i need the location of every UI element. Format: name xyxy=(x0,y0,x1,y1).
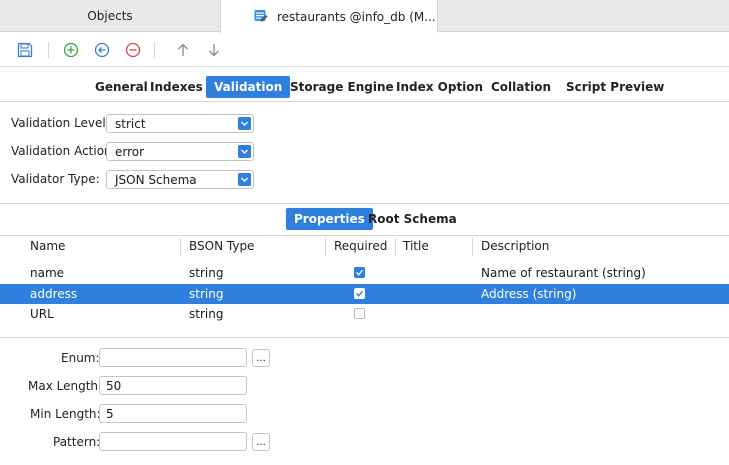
insert-field-button[interactable] xyxy=(92,40,112,60)
tab-indexes[interactable]: Indexes xyxy=(148,76,205,98)
tab-script-preview[interactable]: Script Preview xyxy=(564,76,666,98)
toolbar-separator xyxy=(48,42,49,58)
column-separator xyxy=(325,238,326,256)
move-up-icon xyxy=(178,43,188,56)
validator-type-select[interactable]: JSON Schema xyxy=(106,170,254,189)
divider xyxy=(0,101,729,102)
max-length-label: Max Length: xyxy=(28,379,103,393)
enum-label: Enum: xyxy=(61,351,100,365)
add-icon xyxy=(63,42,79,58)
tab-storage-engine[interactable]: Storage Engine xyxy=(288,76,396,98)
enum-input[interactable] xyxy=(99,348,247,367)
validator-type-label: Validator Type: xyxy=(11,172,100,186)
cell-name: name xyxy=(30,266,65,280)
validation-action-value: error xyxy=(115,144,145,159)
cell-bson-type: string xyxy=(189,307,224,321)
remove-field-button[interactable] xyxy=(123,40,143,60)
chevron-down-icon xyxy=(238,173,251,186)
tab-restaurants[interactable]: restaurants @info_db (M... xyxy=(220,0,438,33)
add-field-button[interactable] xyxy=(61,40,81,60)
required-checkbox[interactable] xyxy=(354,288,365,299)
move-down-icon xyxy=(209,44,219,57)
move-down-button[interactable] xyxy=(204,40,224,60)
collection-edit-icon xyxy=(254,10,268,22)
table-row[interactable]: URL string xyxy=(0,304,729,324)
column-header-title[interactable]: Title xyxy=(403,239,429,253)
move-up-button[interactable] xyxy=(173,40,193,60)
tab-validation[interactable]: Validation xyxy=(206,76,291,98)
min-length-value: 5 xyxy=(106,406,114,421)
cell-description: Name of restaurant (string) xyxy=(481,266,646,280)
column-header-bson-type[interactable]: BSON Type xyxy=(189,239,254,253)
cell-name: URL xyxy=(30,307,54,321)
designer-tabs: General Indexes Validation Storage Engin… xyxy=(0,72,729,100)
column-header-name[interactable]: Name xyxy=(30,239,65,253)
toolbar-separator xyxy=(154,42,155,58)
pattern-label: Pattern: xyxy=(53,435,101,449)
pattern-input[interactable] xyxy=(99,432,247,451)
validation-level-label: Validation Level: xyxy=(11,116,110,130)
column-separator xyxy=(472,238,473,256)
validation-action-select[interactable]: error xyxy=(106,142,254,161)
enum-browse-button[interactable]: ... xyxy=(252,349,270,367)
tab-objects-label: Objects xyxy=(87,9,133,23)
insert-left-icon xyxy=(94,42,110,58)
checkmark-icon xyxy=(356,269,364,276)
column-header-required[interactable]: Required xyxy=(334,239,387,253)
table-row[interactable]: name string Name of restaurant (string) xyxy=(0,263,729,283)
tab-objects[interactable]: Objects xyxy=(0,0,220,32)
save-button[interactable] xyxy=(15,40,35,60)
max-length-input[interactable]: 50 xyxy=(99,376,247,395)
min-length-input[interactable]: 5 xyxy=(99,404,247,423)
divider xyxy=(0,203,729,204)
tab-general[interactable]: General xyxy=(93,76,150,98)
tab-restaurants-label: restaurants @info_db (M... xyxy=(277,9,436,24)
divider xyxy=(0,337,729,338)
document-tab-bar: Objects restaurants @info_db (M... xyxy=(0,0,729,33)
validator-type-value: JSON Schema xyxy=(115,172,197,187)
max-length-value: 50 xyxy=(106,378,122,393)
min-length-label: Min Length: xyxy=(30,407,101,421)
chevron-down-icon xyxy=(238,145,251,158)
required-checkbox[interactable] xyxy=(354,267,365,278)
required-checkbox[interactable] xyxy=(354,308,365,319)
properties-table-header: Name BSON Type Required Title Descriptio… xyxy=(0,236,729,258)
cell-description: Address (string) xyxy=(481,287,577,301)
cell-bson-type: string xyxy=(189,266,224,280)
tab-index-option[interactable]: Index Option xyxy=(394,76,485,98)
checkmark-icon xyxy=(356,290,364,297)
pattern-browse-button[interactable]: ... xyxy=(252,433,270,451)
save-icon xyxy=(17,42,33,58)
column-separator xyxy=(180,238,181,256)
column-header-description[interactable]: Description xyxy=(481,239,549,253)
validation-level-value: strict xyxy=(115,116,146,131)
validation-action-label: Validation Action: xyxy=(11,144,116,158)
column-separator xyxy=(395,238,396,256)
cell-name: address xyxy=(30,287,78,301)
table-row[interactable]: address string Address (string) xyxy=(0,284,729,304)
toolbar xyxy=(0,33,729,67)
validation-level-select[interactable]: strict xyxy=(106,114,254,133)
tab-root-schema[interactable]: Root Schema xyxy=(366,208,459,230)
remove-icon xyxy=(125,42,141,58)
chevron-down-icon xyxy=(238,117,251,130)
cell-bson-type: string xyxy=(189,287,224,301)
tab-collation[interactable]: Collation xyxy=(489,76,553,98)
tab-properties[interactable]: Properties xyxy=(286,208,373,230)
